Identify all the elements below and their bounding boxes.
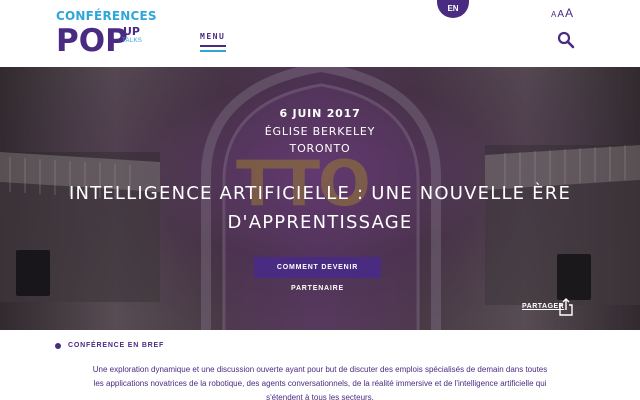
share-button[interactable]: PARTAGER (522, 297, 574, 319)
search-icon[interactable] (557, 31, 575, 49)
share-label: PARTAGER (522, 303, 565, 310)
logo-up-text: UP (123, 25, 140, 38)
menu-button[interactable]: MENU (200, 32, 226, 54)
font-size-large-button[interactable]: A (565, 6, 573, 20)
logo-top-text: CONFÉRENCES (56, 9, 157, 23)
logo-main-text: POP (56, 23, 128, 59)
font-size-medium-button[interactable]: A (557, 9, 564, 20)
language-toggle-button[interactable]: EN (437, 0, 469, 18)
menu-line-icon (200, 50, 226, 52)
logo-talks-text: TALKS (122, 38, 143, 44)
share-icon (559, 298, 573, 316)
font-size-small-button[interactable]: A (551, 10, 556, 19)
logo[interactable]: CONFÉRENCES POP UP TALKS (56, 9, 157, 59)
site-header: CONFÉRENCES POP UP TALKS MENU EN AAA (0, 0, 640, 67)
hero-banner: TTO 6 JUIN 2017 ÉGLISE BERKELEY TORONTO … (0, 67, 640, 330)
event-venue: ÉGLISE BERKELEY (264, 125, 376, 138)
event-date: 6 JUIN 2017 (279, 107, 361, 120)
conference-brief-section: CONFÉRENCE EN BREF Une exploration dynam… (0, 330, 640, 400)
event-city: TORONTO (289, 142, 351, 155)
menu-line-icon (200, 45, 226, 47)
brief-heading: CONFÉRENCE EN BREF (68, 342, 165, 349)
bullet-dot-icon (55, 343, 61, 349)
become-partner-button[interactable]: COMMENT DEVENIR PARTENAIRE (254, 257, 381, 292)
logo-main: POP UP TALKS (56, 24, 142, 58)
menu-label: MENU (200, 32, 226, 41)
event-title: INTELLIGENCE ARTIFICIELLE : UNE NOUVELLE… (68, 183, 572, 233)
font-size-controls: AAA (551, 4, 574, 22)
brief-description: Une exploration dynamique et une discuss… (92, 365, 548, 400)
